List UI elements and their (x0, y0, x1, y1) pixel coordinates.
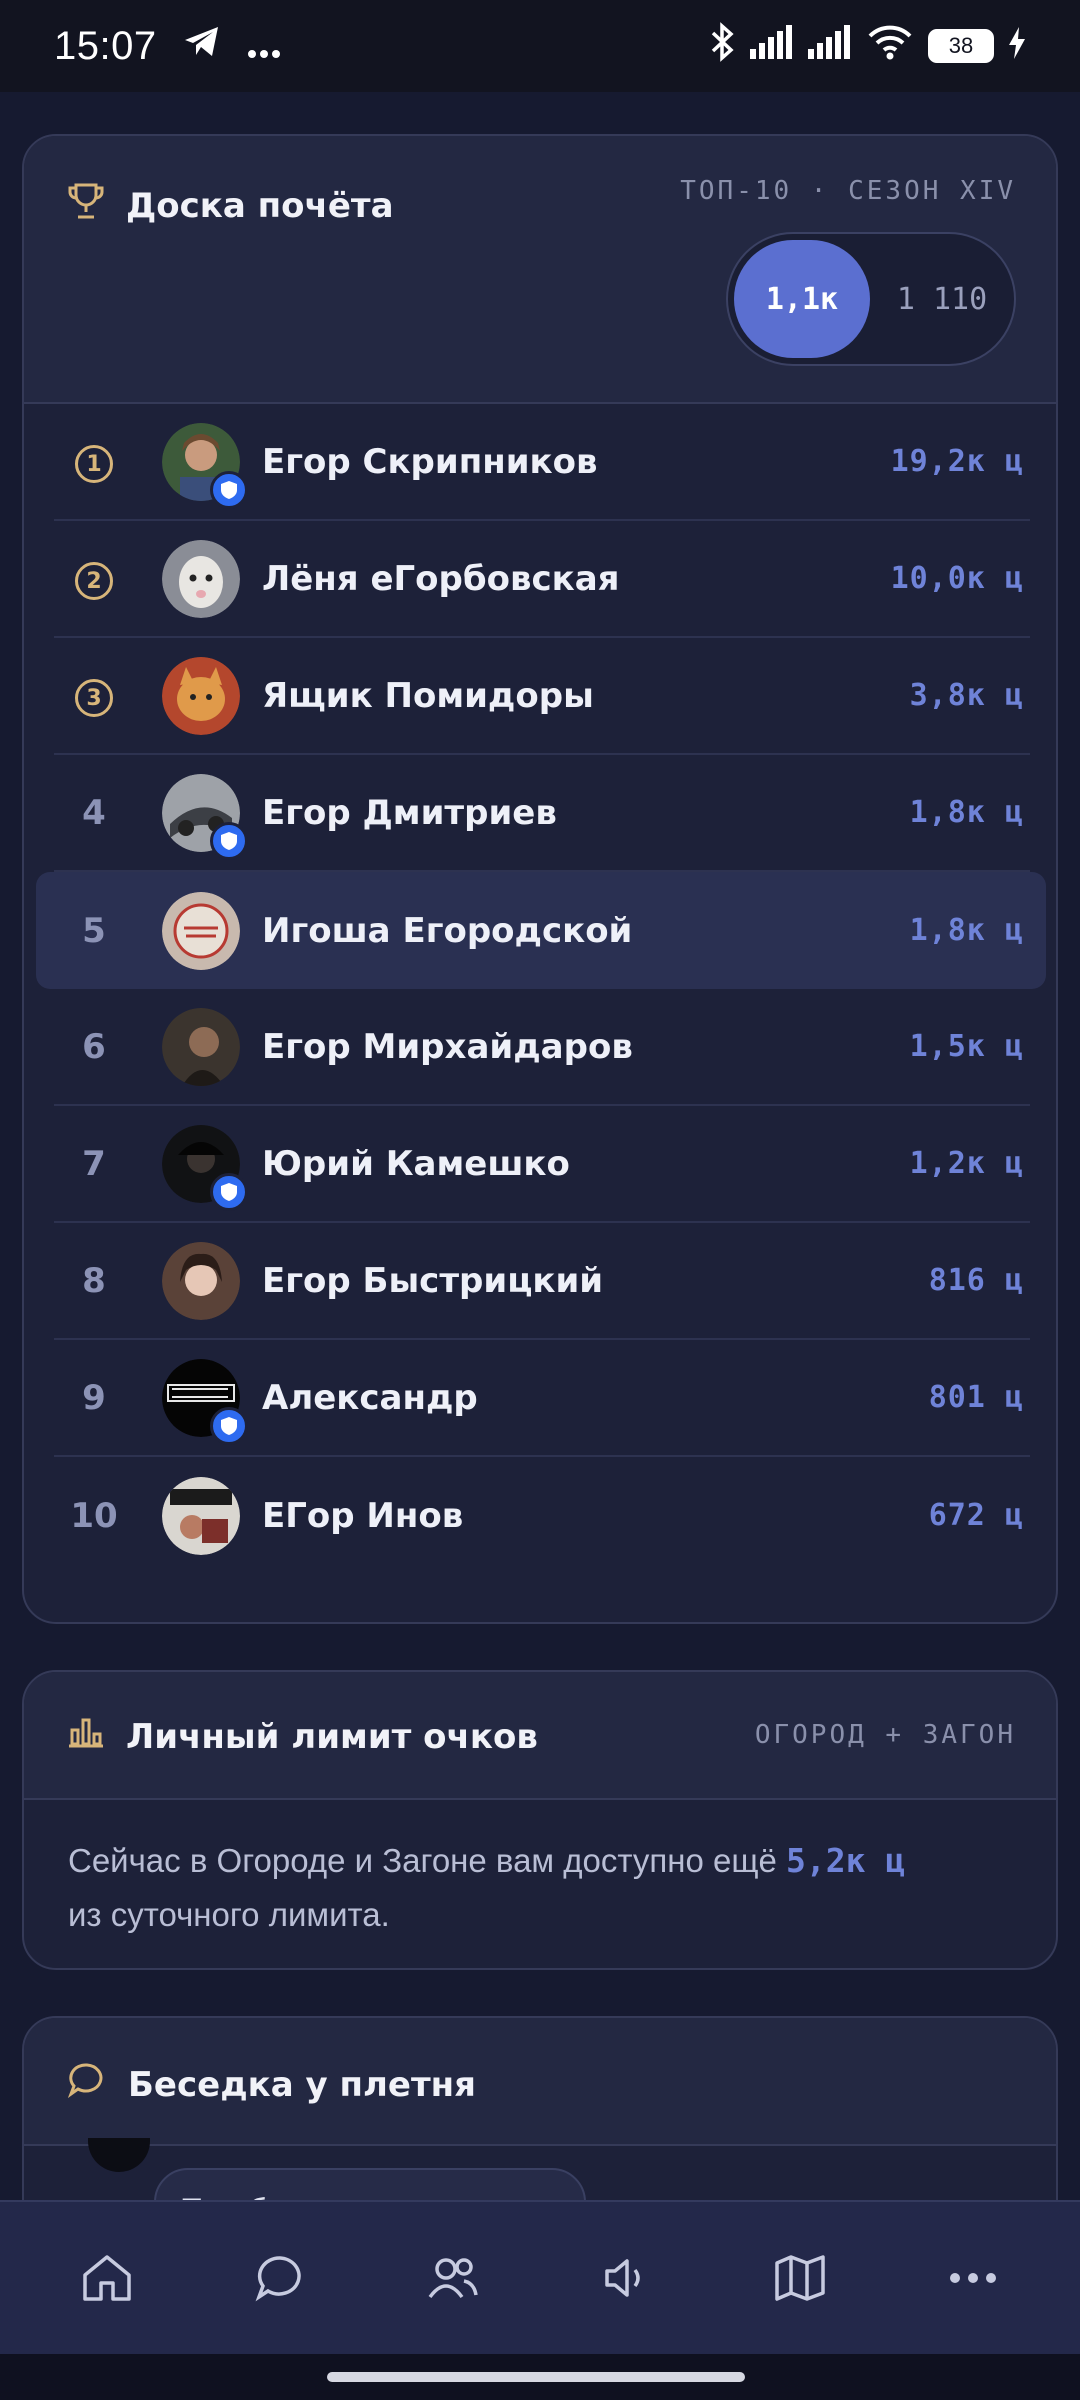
leaderboard-row[interactable]: 1 Егор Скрипников 19,2к ц (54, 404, 1030, 521)
leaderboard-row[interactable]: 2 Лёня еГорбовская 10,0к ц (54, 521, 1030, 638)
chat-title: Беседка у плетня (67, 2062, 476, 2107)
username: Егор Быстрицкий (262, 1260, 604, 1301)
leaderboard-title: Доска почёта (68, 182, 394, 229)
avatar[interactable] (162, 773, 248, 860)
rank-medal: 2 (54, 557, 134, 601)
nav-chat-button[interactable] (230, 2228, 330, 2328)
score: 19,2к ц (890, 444, 1024, 479)
score: 801 ц (928, 1380, 1024, 1415)
rank-medal: 3 (54, 674, 134, 718)
rank-number: 4 (82, 792, 106, 833)
megaphone-icon (604, 2259, 640, 2297)
bottom-navigation (0, 2200, 1080, 2354)
username: Егор Мирхайдаров (262, 1026, 633, 1067)
nav-home-button[interactable] (57, 2228, 157, 2328)
avatar[interactable] (162, 1476, 240, 1555)
map-icon (775, 2255, 825, 2301)
chat-bubble-icon (67, 2062, 106, 2107)
battery-icon: 38 (928, 29, 994, 63)
clock: 15:07 (54, 23, 157, 68)
rank-number: 7 (82, 1143, 106, 1184)
leaderboard-row[interactable]: 4 Егор Дмитриев 1,8к ц (54, 755, 1030, 872)
count-format-toggle[interactable]: 1,1к 1 110 (726, 232, 1016, 366)
leaderboard-card: Доска почёта ТОП-10 · СЕЗОН XIV 1,1к 1 1… (22, 134, 1058, 1624)
points-limit-meta: ОГОРОД + ЗАГОН (754, 1720, 1016, 1750)
username: Игоша Егородской (262, 910, 633, 951)
points-limit-title: Личный лимит очков (68, 1716, 538, 1757)
score: 1,8к ц (909, 795, 1024, 830)
leaderboard-row[interactable]: 7 Юрий Камешко 1,2к ц (54, 1106, 1030, 1223)
points-limit-card: Личный лимит очков ОГОРОД + ЗАГОН Сейчас… (22, 1670, 1058, 1970)
nav-map-button[interactable] (750, 2228, 850, 2328)
verified-shield-icon (210, 1406, 248, 1445)
avatar[interactable] (162, 1124, 248, 1211)
signal-icon (808, 24, 852, 68)
leaderboard-row[interactable]: 3 Ящик Помидоры 3,8к ц (54, 638, 1030, 755)
nav-announcements-button[interactable] (577, 2228, 677, 2328)
avatar[interactable] (162, 656, 240, 735)
nav-more-button[interactable] (923, 2228, 1023, 2328)
verified-shield-icon (210, 1172, 248, 1211)
trophy-icon (68, 182, 104, 229)
avatar[interactable] (162, 539, 240, 618)
verified-shield-icon (210, 821, 248, 860)
more-dots-icon (247, 24, 281, 68)
bar-chart-icon (68, 1716, 104, 1757)
avatar[interactable] (162, 1358, 248, 1445)
toggle-option-short[interactable]: 1,1к (734, 240, 870, 358)
score: 3,8к ц (909, 678, 1024, 713)
leaderboard-row[interactable]: 6 Егор Мирхайдаров 1,5к ц (54, 989, 1030, 1106)
leaderboard-row-current-user[interactable]: 5 Игоша Егородской 1,8к ц (36, 872, 1046, 989)
home-icon (82, 2255, 131, 2301)
home-gesture-bar[interactable] (327, 2372, 745, 2382)
rank-number: 9 (82, 1377, 106, 1418)
points-limit-header: Личный лимит очков ОГОРОД + ЗАГОН (24, 1672, 1056, 1800)
nav-people-button[interactable] (403, 2228, 503, 2328)
points-limit-text: Сейчас в Огороде и Загоне вам доступно е… (68, 1841, 906, 1933)
rank-medal: 1 (54, 440, 134, 484)
leaderboard-row[interactable]: 9 Александр 801 ц (54, 1340, 1030, 1457)
username: Лёня еГорбовская (262, 558, 620, 599)
score: 1,8к ц (909, 913, 1024, 948)
limit-value: 5,2к ц (786, 1841, 906, 1880)
avatar[interactable] (162, 1241, 240, 1320)
rank-number: 8 (82, 1260, 106, 1301)
avatar[interactable] (162, 1007, 240, 1086)
verified-shield-icon (210, 470, 248, 509)
rank-number: 6 (82, 1026, 106, 1067)
leaderboard-header: Доска почёта ТОП-10 · СЕЗОН XIV 1,1к 1 1… (24, 136, 1056, 404)
chat-header: Беседка у плетня (24, 2018, 1056, 2146)
avatar[interactable] (162, 422, 248, 509)
leaderboard-row[interactable]: 8 Егор Быстрицкий 816 ц (54, 1223, 1030, 1340)
signal-icon (750, 24, 794, 68)
username: Егор Дмитриев (262, 792, 557, 833)
avatar[interactable] (88, 2138, 150, 2172)
avatar[interactable] (162, 891, 240, 970)
username: Юрий Камешко (262, 1143, 570, 1184)
score: 1,2к ц (909, 1146, 1024, 1181)
username: Ящик Помидоры (262, 675, 594, 716)
leaderboard-meta: ТОП-10 · СЕЗОН XIV (680, 176, 1016, 206)
leaderboard-row[interactable]: 10 ЕГор Инов 672 ц (54, 1457, 1030, 1574)
toggle-option-full[interactable]: 1 110 (870, 282, 1014, 317)
wifi-icon (866, 24, 914, 69)
chat-icon (255, 2256, 301, 2302)
bluetooth-icon (710, 21, 736, 71)
status-bar: 15:07 38 (0, 0, 1080, 92)
username: ЕГор Инов (262, 1495, 464, 1536)
username: Александр (262, 1377, 478, 1418)
people-icon (428, 2258, 479, 2299)
rank-number: 10 (70, 1495, 118, 1536)
score: 1,5к ц (909, 1029, 1024, 1064)
more-icon (950, 2273, 997, 2283)
score: 672 ц (928, 1498, 1024, 1533)
score: 816 ц (928, 1263, 1024, 1298)
username: Егор Скрипников (262, 441, 598, 482)
charging-icon (1008, 24, 1026, 68)
rank-number: 5 (82, 910, 106, 951)
telegram-icon (183, 24, 221, 68)
score: 10,0к ц (890, 561, 1024, 596)
